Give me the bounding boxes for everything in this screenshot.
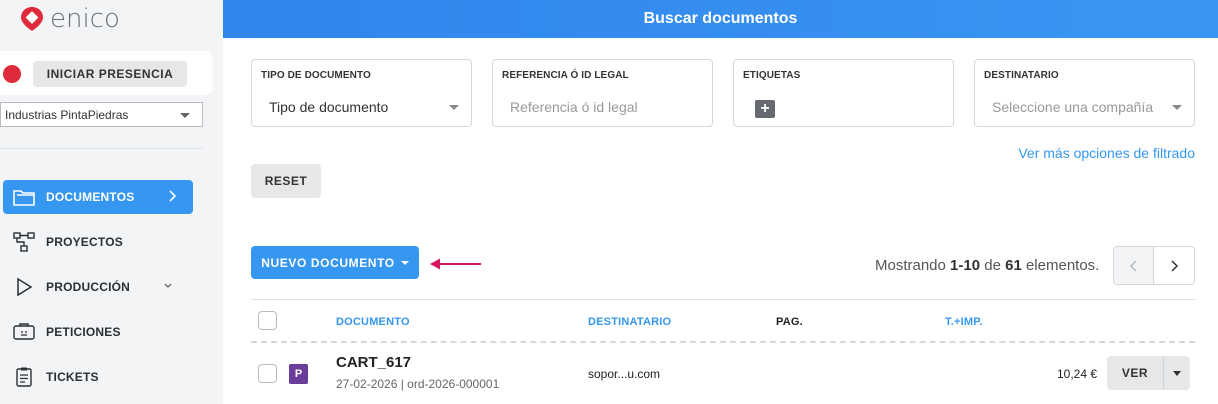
company-select-value: Industrias PintaPiedras [5, 107, 129, 122]
table-top-divider [251, 299, 1195, 300]
folder-icon [11, 185, 37, 209]
start-presence-button[interactable]: INICIAR PRESENCIA [33, 61, 187, 87]
sidebar-item-proyectos[interactable]: PROYECTOS [3, 225, 193, 259]
document-name[interactable]: CART_617 [336, 354, 411, 371]
sidebar-item-label: DOCUMENTOS [46, 190, 135, 204]
filter-label: DESTINATARIO [984, 70, 1059, 81]
more-filters-link[interactable]: Ver más opciones de filtrado [1018, 145, 1195, 161]
chevron-down-icon [164, 283, 172, 288]
column-header-destinatario[interactable]: DESTINATARIO [588, 316, 671, 328]
document-type-select[interactable]: Tipo de documento [269, 99, 388, 115]
document-amount: 10,24 € [1057, 367, 1098, 381]
enico-logo-icon [21, 7, 43, 31]
column-header-documento[interactable]: DOCUMENTO [336, 316, 410, 328]
filter-label: TIPO DE DOCUMENTO [261, 70, 371, 81]
presence-card: INICIAR PRESENCIA [0, 51, 213, 95]
reset-button[interactable]: RESET [251, 164, 321, 198]
recipient-select[interactable]: Seleccione una compañía [992, 99, 1153, 115]
presence-status-indicator [3, 65, 21, 83]
project-tree-icon [11, 230, 37, 254]
view-document-button[interactable]: VER [1107, 356, 1164, 390]
page-title: Buscar documentos [643, 10, 798, 27]
column-header-total[interactable]: T.+IMP. [945, 316, 983, 328]
sidebar-item-label: TICKETS [46, 370, 99, 384]
new-document-label: NUEVO DOCUMENTO [261, 255, 395, 270]
sidebar: enico INICIAR PRESENCIA Industrias Pinta… [0, 0, 223, 404]
caret-down-icon [400, 260, 409, 265]
view-button-group: VER [1107, 356, 1190, 390]
page-header: Buscar documentos [223, 0, 1218, 38]
sidebar-item-peticiones[interactable]: PETICIONES [3, 315, 193, 349]
logo-text: enico [50, 4, 120, 34]
chevron-down-icon [1172, 105, 1182, 110]
app-logo[interactable]: enico [18, 4, 120, 34]
pagination-of: de [984, 257, 1001, 274]
sidebar-item-documentos[interactable]: DOCUMENTOS [3, 180, 193, 214]
pagination-range: 1-10 [950, 257, 981, 274]
column-header-pag: PAG. [776, 316, 803, 328]
filter-label: ETIQUETAS [743, 70, 801, 81]
sidebar-item-produccion[interactable]: PRODUCCIÓN [3, 270, 193, 304]
row-checkbox[interactable] [258, 364, 277, 383]
play-icon [11, 275, 37, 299]
sidebar-item-label: PROYECTOS [46, 235, 123, 249]
chevron-down-icon [180, 113, 190, 118]
company-select[interactable]: Industrias PintaPiedras [0, 102, 203, 127]
table-header-divider [251, 341, 1195, 343]
view-options-dropdown[interactable] [1164, 356, 1190, 390]
new-document-button[interactable]: NUEVO DOCUMENTO [251, 246, 419, 279]
next-page-button[interactable] [1154, 247, 1194, 284]
pagination-suffix: elementos. [1025, 257, 1100, 274]
sidebar-item-label: PETICIONES [46, 325, 121, 339]
pagination-total: 61 [1005, 257, 1022, 274]
filter-label: REFERENCIA Ó ID LEGAL [502, 70, 629, 81]
document-recipient: sopor...u.com [588, 367, 661, 381]
previous-page-button[interactable] [1114, 247, 1155, 284]
select-all-checkbox[interactable] [258, 311, 277, 330]
reference-input[interactable]: Referencia ó id legal [510, 99, 638, 115]
document-type-badge: P [289, 364, 308, 384]
chevron-right-icon [1171, 259, 1179, 272]
filter-tags: ETIQUETAS + [733, 59, 954, 127]
filter-recipient[interactable]: DESTINATARIO Seleccione una compañía [974, 59, 1195, 127]
pagination-prefix: Mostrando [875, 257, 946, 274]
document-meta: 27-02-2026 | ord-2026-000001 [336, 377, 500, 391]
pagination-summary: Mostrando 1-10 de 61 elementos. [875, 257, 1099, 274]
filter-reference[interactable]: REFERENCIA Ó ID LEGAL Referencia ó id le… [492, 59, 713, 127]
caret-down-icon [1173, 370, 1181, 376]
annotation-arrow-icon [430, 258, 481, 270]
requests-icon [11, 320, 37, 344]
filter-document-type[interactable]: TIPO DE DOCUMENTO Tipo de documento [251, 59, 472, 127]
sidebar-item-tickets[interactable]: TICKETS [3, 360, 193, 394]
sidebar-item-label: PRODUCCIÓN [46, 280, 131, 294]
chevron-down-icon [449, 105, 459, 110]
clipboard-icon [11, 365, 37, 389]
sidebar-divider [0, 148, 203, 149]
chevron-left-icon [1129, 259, 1137, 272]
add-tag-button[interactable]: + [755, 100, 775, 118]
pagination-controls [1113, 246, 1195, 285]
chevron-right-icon [169, 190, 177, 202]
